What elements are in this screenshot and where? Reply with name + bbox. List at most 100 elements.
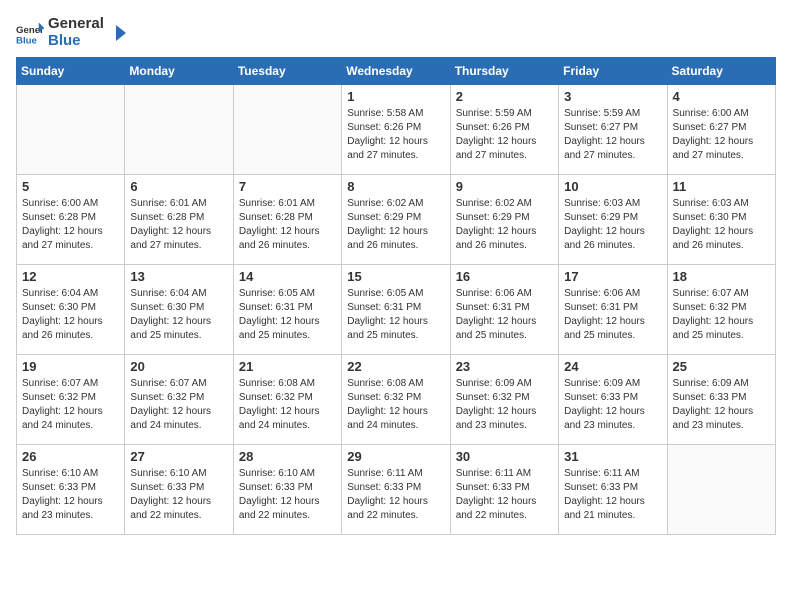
day-number: 9 [456,179,553,194]
day-number: 12 [22,269,119,284]
day-number: 24 [564,359,661,374]
calendar-cell: 4Sunrise: 6:00 AM Sunset: 6:27 PM Daylig… [667,85,775,175]
day-number: 2 [456,89,553,104]
day-number: 25 [673,359,770,374]
day-info: Sunrise: 6:09 AM Sunset: 6:33 PM Dayligh… [564,377,661,433]
calendar-cell: 13 Sunrise: 6:04 AM Sunset: 6:30 PM Dayli… [125,265,233,355]
day-info: Sunrise: 5:58 AM Sunset: 6:26 PM Dayligh… [347,107,444,163]
day-number: 30 [456,449,553,464]
calendar-cell: 31Sunrise: 6:11 AM Sunset: 6:33 PM Dayli… [559,445,667,535]
day-info: Sunrise: 6:08 AM Sunset: 6:32 PM Dayligh… [347,377,444,433]
day-info: Sunrise: 6:01 AM Sunset: 6:28 PM Dayligh… [130,197,227,253]
calendar-cell: 15 Sunrise: 6:05 AM Sunset: 6:31 PM Dayli… [342,265,450,355]
day-number: 7 [239,179,336,194]
day-info: Sunrise: 6:00 AM Sunset: 6:28 PM Dayligh… [22,197,119,253]
day-number: 16 [456,269,553,284]
day-number: 22 [347,359,444,374]
logo-arrow-icon [108,23,128,43]
calendar-cell [233,85,341,175]
calendar-cell: 22 Sunrise: 6:08 AM Sunset: 6:32 PM Dayli… [342,355,450,445]
day-number: 1 [347,89,444,104]
day-info: Sunrise: 6:02 AM Sunset: 6:29 PM Dayligh… [347,197,444,253]
calendar-cell: 29 Sunrise: 6:11 AM Sunset: 6:33 PM Dayli… [342,445,450,535]
calendar-cell [17,85,125,175]
day-number: 23 [456,359,553,374]
calendar-cell: 21 Sunrise: 6:08 AM Sunset: 6:32 PM Dayli… [233,355,341,445]
day-info: Sunrise: 6:07 AM Sunset: 6:32 PM Dayligh… [673,287,770,343]
day-info: Sunrise: 6:07 AM Sunset: 6:32 PM Dayligh… [22,377,119,433]
day-number: 21 [239,359,336,374]
day-header-tuesday: Tuesday [233,58,341,85]
calendar-cell: 5 Sunrise: 6:00 AM Sunset: 6:28 PM Daylig… [17,175,125,265]
logo: General Blue General Blue [16,16,128,49]
day-info: Sunrise: 6:06 AM Sunset: 6:31 PM Dayligh… [456,287,553,343]
calendar-cell: 7Sunrise: 6:01 AM Sunset: 6:28 PM Daylig… [233,175,341,265]
day-number: 13 [130,269,227,284]
day-number: 29 [347,449,444,464]
day-info: Sunrise: 6:02 AM Sunset: 6:29 PM Dayligh… [456,197,553,253]
day-info: Sunrise: 6:00 AM Sunset: 6:27 PM Dayligh… [673,107,770,163]
day-info: Sunrise: 6:07 AM Sunset: 6:32 PM Dayligh… [130,377,227,433]
day-info: Sunrise: 6:03 AM Sunset: 6:30 PM Dayligh… [673,197,770,253]
calendar-cell: 17Sunrise: 6:06 AM Sunset: 6:31 PM Dayli… [559,265,667,355]
calendar-week-row: 1 Sunrise: 5:58 AM Sunset: 6:26 PM Daylig… [17,85,776,175]
day-number: 19 [22,359,119,374]
calendar-week-row: 12 Sunrise: 6:04 AM Sunset: 6:30 PM Dayli… [17,265,776,355]
header: General Blue General Blue [16,16,776,49]
day-info: Sunrise: 6:11 AM Sunset: 6:33 PM Dayligh… [456,467,553,523]
calendar-cell: 1 Sunrise: 5:58 AM Sunset: 6:26 PM Daylig… [342,85,450,175]
day-info: Sunrise: 6:04 AM Sunset: 6:30 PM Dayligh… [130,287,227,343]
calendar-cell: 6 Sunrise: 6:01 AM Sunset: 6:28 PM Daylig… [125,175,233,265]
calendar-week-row: 5 Sunrise: 6:00 AM Sunset: 6:28 PM Daylig… [17,175,776,265]
day-header-friday: Friday [559,58,667,85]
day-number: 8 [347,179,444,194]
day-number: 17 [564,269,661,284]
day-number: 28 [239,449,336,464]
day-info: Sunrise: 6:10 AM Sunset: 6:33 PM Dayligh… [239,467,336,523]
day-number: 31 [564,449,661,464]
calendar-cell: 25 Sunrise: 6:09 AM Sunset: 6:33 PM Dayli… [667,355,775,445]
day-info: Sunrise: 6:03 AM Sunset: 6:29 PM Dayligh… [564,197,661,253]
day-number: 26 [22,449,119,464]
logo-general-text: General [48,16,104,33]
calendar-cell: 26 Sunrise: 6:10 AM Sunset: 6:33 PM Dayli… [17,445,125,535]
calendar-cell: 14Sunrise: 6:05 AM Sunset: 6:31 PM Dayli… [233,265,341,355]
calendar-cell: 20Sunrise: 6:07 AM Sunset: 6:32 PM Dayli… [125,355,233,445]
day-info: Sunrise: 6:05 AM Sunset: 6:31 PM Dayligh… [239,287,336,343]
day-number: 5 [22,179,119,194]
calendar-cell: 27 Sunrise: 6:10 AM Sunset: 6:33 PM Dayli… [125,445,233,535]
calendar-cell: 28 Sunrise: 6:10 AM Sunset: 6:33 PM Dayli… [233,445,341,535]
day-number: 11 [673,179,770,194]
day-number: 10 [564,179,661,194]
day-number: 18 [673,269,770,284]
day-number: 15 [347,269,444,284]
day-info: Sunrise: 6:10 AM Sunset: 6:33 PM Dayligh… [130,467,227,523]
day-number: 6 [130,179,227,194]
day-number: 3 [564,89,661,104]
calendar-cell: 18 Sunrise: 6:07 AM Sunset: 6:32 PM Dayli… [667,265,775,355]
calendar-cell [125,85,233,175]
calendar-cell: 3Sunrise: 5:59 AM Sunset: 6:27 PM Daylig… [559,85,667,175]
day-number: 27 [130,449,227,464]
day-info: Sunrise: 6:08 AM Sunset: 6:32 PM Dayligh… [239,377,336,433]
day-info: Sunrise: 6:05 AM Sunset: 6:31 PM Dayligh… [347,287,444,343]
day-info: Sunrise: 6:04 AM Sunset: 6:30 PM Dayligh… [22,287,119,343]
calendar-cell: 8 Sunrise: 6:02 AM Sunset: 6:29 PM Daylig… [342,175,450,265]
day-header-thursday: Thursday [450,58,558,85]
day-info: Sunrise: 6:09 AM Sunset: 6:33 PM Dayligh… [673,377,770,433]
day-info: Sunrise: 6:10 AM Sunset: 6:33 PM Dayligh… [22,467,119,523]
calendar-cell: 11 Sunrise: 6:03 AM Sunset: 6:30 PM Dayli… [667,175,775,265]
day-header-wednesday: Wednesday [342,58,450,85]
calendar-cell: 2Sunrise: 5:59 AM Sunset: 6:26 PM Daylig… [450,85,558,175]
day-header-monday: Monday [125,58,233,85]
calendar-header-row: SundayMondayTuesdayWednesdayThursdayFrid… [17,58,776,85]
logo-icon: General Blue [16,19,44,47]
calendar-cell: 9 Sunrise: 6:02 AM Sunset: 6:29 PM Daylig… [450,175,558,265]
calendar-week-row: 26 Sunrise: 6:10 AM Sunset: 6:33 PM Dayli… [17,445,776,535]
day-info: Sunrise: 6:11 AM Sunset: 6:33 PM Dayligh… [347,467,444,523]
calendar-table: SundayMondayTuesdayWednesdayThursdayFrid… [16,57,776,535]
calendar-cell: 23Sunrise: 6:09 AM Sunset: 6:32 PM Dayli… [450,355,558,445]
calendar-cell: 24 Sunrise: 6:09 AM Sunset: 6:33 PM Dayli… [559,355,667,445]
day-header-saturday: Saturday [667,58,775,85]
day-header-sunday: Sunday [17,58,125,85]
